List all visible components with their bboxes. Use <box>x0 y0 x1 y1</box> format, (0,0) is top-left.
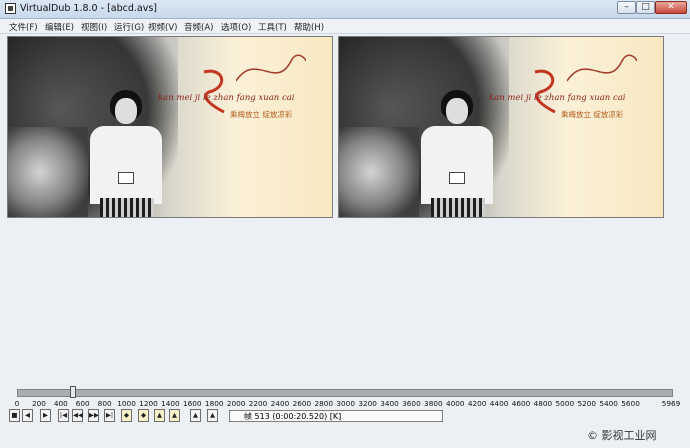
timeline-tick: 1600 <box>183 399 202 408</box>
timeline-tick: 3000 <box>336 399 355 408</box>
menu-audio[interactable]: 音频(A) <box>184 21 213 33</box>
woman-figure <box>411 90 501 217</box>
timeline-tick: 4000 <box>445 399 465 408</box>
timeline-tick: 5600 <box>621 399 640 408</box>
timeline-tick: 4600 <box>511 399 531 408</box>
decorative-swirl <box>566 51 638 89</box>
toolbar-stop-button[interactable]: ■ <box>9 409 20 422</box>
timeline-tick: 5400 <box>599 399 618 408</box>
timeline-tick: 2600 <box>292 399 312 408</box>
close-button[interactable]: ✕ <box>655 1 687 14</box>
toolbar-mark-in-button[interactable]: ▲ <box>154 409 165 422</box>
timeline-tick: 0 <box>14 399 20 408</box>
toolbar-scene-next-button[interactable]: ◆ <box>138 409 149 422</box>
menu-help[interactable]: 帮助(H) <box>294 21 324 33</box>
timeline-tick: 1000 <box>117 399 136 408</box>
timeline-tick: 800 <box>97 399 112 408</box>
white-bush <box>339 127 419 217</box>
overlay-slogan: 乘梅放立 绽放凉彩 <box>230 110 293 119</box>
timeline-tick: 3200 <box>358 399 377 408</box>
timeline-tick: 2000 <box>226 399 246 408</box>
timeline-tick: 1800 <box>204 399 224 408</box>
timeline-tick: 2200 <box>248 399 268 408</box>
toolbar-back-button[interactable]: ◀◀ <box>72 409 83 422</box>
timeline-tick: 400 <box>53 399 68 408</box>
minimize-button[interactable]: – <box>617 1 636 14</box>
timeline-tick: 4200 <box>467 399 487 408</box>
menu-tools[interactable]: 工具(T) <box>258 21 287 33</box>
app-icon[interactable] <box>5 3 16 14</box>
overlay-script-text: kan mei ji le zhan fang xuan cai <box>489 93 626 103</box>
timeline-tick: 4800 <box>533 399 553 408</box>
timeline-tick: 5200 <box>577 399 597 408</box>
toolbar-start-button[interactable]: |◀ <box>58 409 69 422</box>
toolbar-mark-out-button[interactable]: ▲ <box>169 409 180 422</box>
timeline-tick: 600 <box>75 399 90 408</box>
title-bar: VirtualDub 1.8.0 - [abcd.avs] – □ ✕ <box>0 0 690 19</box>
menu-video[interactable]: 视频(V) <box>148 21 177 33</box>
window-title: VirtualDub 1.8.0 - [abcd.avs] <box>20 3 157 14</box>
timeline-tick: 3800 <box>424 399 443 408</box>
timeline-thumb[interactable] <box>70 386 77 398</box>
timeline-tick: 4400 <box>489 399 509 408</box>
timeline-tick: 3600 <box>402 399 421 408</box>
watermark: © 影视工业网 <box>587 429 657 442</box>
menu-options[interactable]: 选项(O) <box>221 21 251 33</box>
toolbar-scene-prev-button[interactable]: ◆ <box>121 409 132 422</box>
woman-figure <box>80 90 170 217</box>
overlay-script-text: kan mei ji le zhan fang xuan cai <box>158 93 295 103</box>
timeline-track[interactable] <box>17 389 673 397</box>
toolbar-end-button[interactable]: ▶| <box>104 409 115 422</box>
menu-file[interactable]: 文件(F) <box>9 21 38 33</box>
menu-run[interactable]: 运行(G) <box>114 21 144 33</box>
calligraphy-mark <box>194 67 234 117</box>
menu-bar: 文件(F) 编辑(E) 视图(I) 运行(G) 视频(V) 音频(A) 选项(O… <box>0 19 690 34</box>
timeline-tick: 5969 <box>661 399 681 408</box>
timeline-tick: 2400 <box>270 399 290 408</box>
frame-status: 帧 513 (0:00:20.520) [K] <box>229 410 443 422</box>
timeline-tick: 3400 <box>380 399 399 408</box>
timeline-tick: 5000 <box>555 399 575 408</box>
decorative-swirl <box>235 51 307 89</box>
toolbar-play-input-button[interactable]: ▲ <box>207 409 218 422</box>
toolbar-prev-key-button[interactable]: ◀ <box>22 409 33 422</box>
menu-view[interactable]: 视图(I) <box>81 21 107 33</box>
timeline-tick: 200 <box>31 399 46 408</box>
toolbar-next-key-button[interactable]: ▶ <box>40 409 51 422</box>
toolbar-fwd-button[interactable]: ▶▶ <box>88 409 99 422</box>
output-video-pane[interactable]: kan mei ji le zhan fang xuan cai 乘梅放立 绽放… <box>338 36 664 218</box>
input-video-pane[interactable]: kan mei ji le zhan fang xuan cai 乘梅放立 绽放… <box>7 36 333 218</box>
calligraphy-mark <box>525 67 565 117</box>
toolbar-keyframe-button[interactable]: ▲ <box>190 409 201 422</box>
overlay-slogan: 乘梅放立 绽放凉彩 <box>561 110 624 119</box>
timeline-ruler: 0 200 400 600 800 1000 1200 1400 1600 1800 2000 220… <box>14 399 681 409</box>
timeline-tick: 1400 <box>161 399 180 408</box>
white-bush <box>8 127 88 217</box>
maximize-button[interactable]: □ <box>636 1 655 14</box>
timeline-tick: 1200 <box>139 399 158 408</box>
timeline-tick: 2800 <box>314 399 334 408</box>
menu-edit[interactable]: 编辑(E) <box>45 21 74 33</box>
